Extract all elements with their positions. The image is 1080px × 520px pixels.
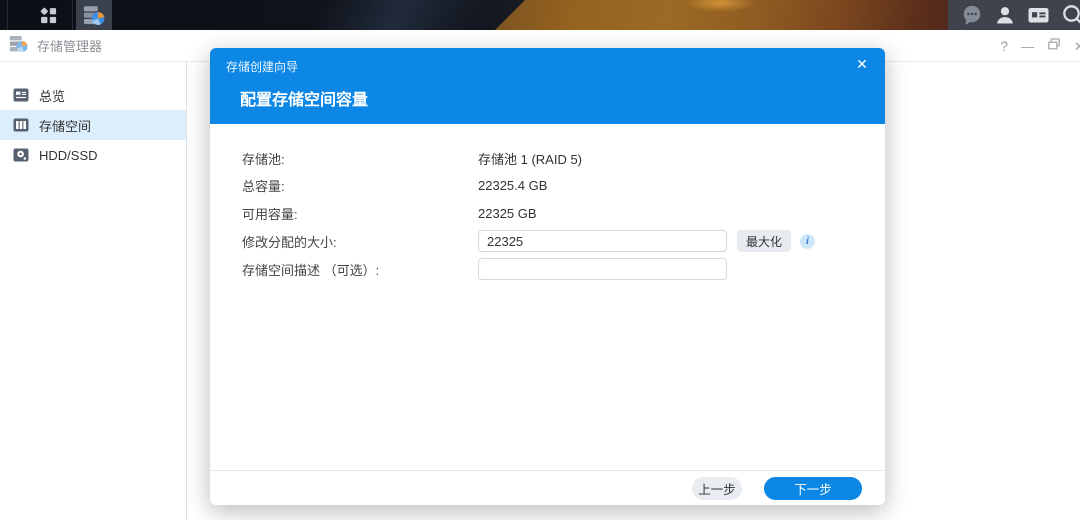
maximize-button[interactable]: 最大化	[737, 230, 791, 252]
restore-icon	[1047, 37, 1061, 51]
field-label: 存储空间描述 （可选）:	[242, 260, 478, 279]
storage-manager-icon	[83, 4, 105, 26]
field-label: 存储池:	[242, 149, 478, 168]
field-value: 22325.4 GB	[478, 178, 547, 193]
taskbar-right-icons	[952, 0, 1080, 30]
sidebar-separator	[186, 62, 187, 520]
notifications-button[interactable]	[961, 4, 983, 26]
taskbar-storage-manager-button[interactable]	[76, 0, 112, 30]
previous-button[interactable]: 上一步	[692, 477, 742, 500]
field-row-storage-pool: 存储池: 存储池 1 (RAID 5)	[242, 144, 582, 172]
dialog-footer: 上一步 下一步	[210, 470, 885, 505]
step-title: 配置存储空间容量	[240, 86, 368, 110]
field-label: 可用容量:	[242, 204, 478, 223]
search-icon	[1061, 3, 1080, 27]
chat-icon	[961, 4, 983, 26]
field-label: 修改分配的大小:	[242, 232, 478, 251]
close-window-button[interactable]: ✕	[1074, 40, 1080, 53]
dialog-header: 存储创建向导 ✕ 配置存储空间容量	[210, 48, 885, 124]
storage-space-icon	[13, 117, 29, 133]
search-button[interactable]	[1061, 3, 1080, 27]
field-value: 22325 GB	[478, 206, 537, 221]
taskbar-divider	[72, 0, 73, 30]
next-button[interactable]: 下一步	[764, 477, 862, 500]
user-menu-button[interactable]	[994, 4, 1016, 26]
storage-manager-window-icon	[9, 34, 28, 58]
widgets-button[interactable]	[1027, 4, 1050, 26]
field-row-available-capacity: 可用容量: 22325 GB	[242, 199, 537, 227]
field-row-total-capacity: 总容量: 22325.4 GB	[242, 171, 547, 199]
sidebar-item-storage-space[interactable]: 存储空间	[0, 110, 186, 140]
apps-grid-icon	[39, 6, 58, 25]
storage-creation-wizard-dialog: 存储创建向导 ✕ 配置存储空间容量 存储池: 存储池 1 (RAID 5) 总容…	[210, 48, 885, 505]
wallpaper-streak	[300, 0, 520, 30]
main-menu-button[interactable]	[30, 0, 66, 30]
window-controls: ? — ✕	[1000, 30, 1080, 62]
info-icon[interactable]: i	[800, 234, 815, 249]
description-input[interactable]	[478, 258, 727, 280]
sidebar: 总览 存储空间 HDD/SSD	[0, 62, 186, 520]
sidebar-item-label: HDD/SSD	[39, 148, 98, 163]
field-value: 存储池 1 (RAID 5)	[478, 149, 582, 168]
sidebar-item-hdd-ssd[interactable]: HDD/SSD	[0, 140, 186, 170]
user-icon	[994, 4, 1016, 26]
field-label: 总容量:	[242, 176, 478, 195]
sidebar-item-overview[interactable]: 总览	[0, 80, 186, 110]
wallpaper-orange-region	[495, 0, 950, 30]
restore-button[interactable]	[1047, 37, 1061, 56]
overview-icon	[13, 87, 29, 103]
minimize-button[interactable]: —	[1021, 40, 1034, 53]
field-row-description: 存储空间描述 （可选）:	[242, 255, 727, 283]
wizard-title: 存储创建向导	[226, 58, 298, 75]
hdd-icon	[13, 147, 29, 163]
window-title: 存储管理器	[37, 36, 102, 55]
sidebar-item-label: 总览	[39, 86, 65, 105]
help-button[interactable]: ?	[1000, 39, 1008, 53]
taskbar-divider	[7, 0, 8, 30]
allocated-size-input[interactable]	[478, 230, 727, 252]
close-icon[interactable]: ✕	[853, 55, 871, 73]
field-row-allocated-size: 修改分配的大小: 最大化 i	[242, 227, 815, 255]
widgets-icon	[1027, 4, 1050, 26]
taskbar	[0, 0, 1080, 30]
sidebar-item-label: 存储空间	[39, 116, 91, 135]
